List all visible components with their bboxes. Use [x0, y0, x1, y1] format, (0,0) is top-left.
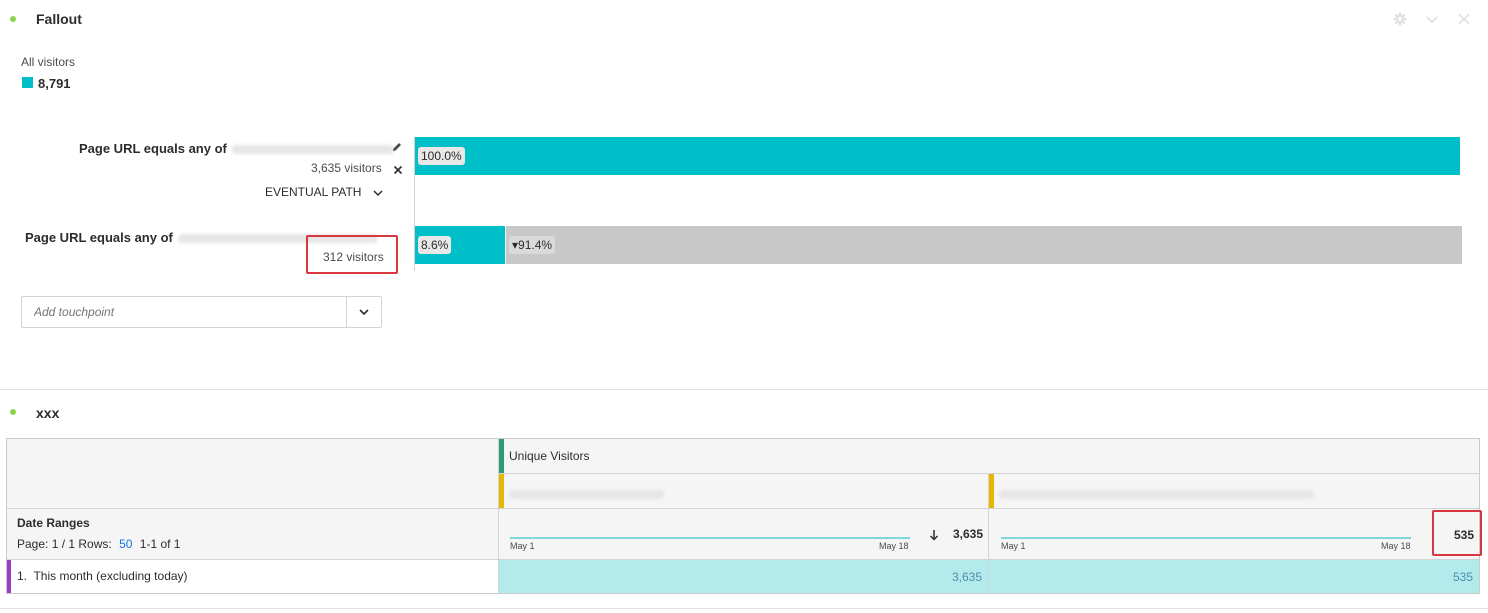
segment-value: 8,791	[38, 76, 71, 91]
add-touchpoint-dropdown-button[interactable]	[346, 297, 381, 327]
segment-drag-handle[interactable]	[499, 474, 504, 508]
path-mode-label: EVENTUAL PATH	[265, 185, 362, 199]
panel-status-dot	[10, 16, 16, 22]
pagination: Page: 1 / 1 Rows: 50 1-1 of 1	[17, 537, 180, 551]
touchpoint-2-label: Page URL equals any of	[25, 230, 173, 245]
column-2-spark-end: May 18	[1381, 541, 1411, 551]
column-1-spark-end: May 18	[879, 541, 909, 551]
segment-swatch	[22, 77, 33, 88]
freeform-table: Unique Visitors Date Ranges Page: 1 / 1 …	[6, 438, 1480, 594]
add-touchpoint-combobox[interactable]	[21, 296, 382, 328]
chevron-down-icon	[359, 309, 369, 316]
panel-divider	[0, 389, 1488, 390]
touchpoint-1-title[interactable]: Page URL equals any of	[79, 141, 395, 156]
segment-drag-handle[interactable]	[989, 474, 994, 508]
row-selection-marker	[7, 560, 11, 593]
metric-drag-handle[interactable]	[499, 439, 504, 473]
column-1-spark-start: May 1	[510, 541, 535, 551]
touchpoint-2-bar[interactable]: 8.6%	[415, 226, 505, 264]
column-1-total: 3,635	[953, 527, 984, 541]
touchpoint-1-label: Page URL equals any of	[79, 141, 227, 156]
row-1-column-1-value[interactable]: 3,635	[499, 560, 988, 593]
touchpoint-1-url-redacted	[232, 145, 395, 155]
chevron-down-icon	[373, 186, 383, 200]
highlight-box-total	[1432, 510, 1482, 556]
chevron-down-icon[interactable]	[1424, 12, 1440, 28]
row-label: 1. This month (excluding today)	[17, 569, 188, 583]
panel-divider	[0, 608, 1488, 609]
touchpoint-2-bar-percent: 8.6%	[418, 236, 452, 254]
segment-label: All visitors	[21, 55, 76, 69]
touchpoint-1-bar-percent: 100.0%	[418, 147, 465, 165]
row-divider	[7, 508, 1479, 509]
touchpoint-1-visitors: 3,635 visitors	[311, 161, 382, 175]
panel-status-dot	[10, 409, 16, 415]
pencil-icon[interactable]	[391, 140, 403, 152]
path-mode-dropdown[interactable]: EVENTUAL PATH	[265, 185, 383, 200]
column-1-sparkline	[510, 537, 910, 539]
panel-title[interactable]: Fallout	[36, 11, 82, 27]
column-2-spark-start: May 1	[1001, 541, 1026, 551]
column-2-segment-redacted	[999, 486, 1314, 504]
rows-per-page-select[interactable]: 50	[119, 537, 132, 551]
table-row[interactable]: 1. This month (excluding today)	[7, 560, 498, 593]
column-1-segment-redacted	[509, 486, 664, 504]
add-touchpoint-input[interactable]	[22, 297, 342, 327]
arrow-down-icon[interactable]	[929, 528, 939, 546]
touchpoint-2-dropoff-percent: ▾91.4%	[509, 236, 556, 254]
row-range: 1-1 of 1	[139, 537, 181, 551]
row-1-column-2-value[interactable]: 535	[989, 560, 1479, 593]
rows-label: Rows:	[78, 537, 112, 551]
highlight-box-visitors	[306, 235, 398, 274]
page-indicator: Page: 1 / 1	[17, 537, 76, 551]
cell-value: 535	[1452, 570, 1473, 584]
gear-icon[interactable]	[1392, 12, 1408, 28]
metric-header[interactable]: Unique Visitors	[509, 449, 589, 463]
panel-title[interactable]: xxx	[36, 405, 59, 421]
cell-value: 3,635	[951, 570, 982, 584]
touchpoint-2-dropoff-bar[interactable]: ▾91.4%	[506, 226, 1462, 264]
close-icon[interactable]	[1456, 12, 1472, 28]
dimension-header[interactable]: Date Ranges	[17, 516, 90, 530]
remove-touchpoint-icon[interactable]	[392, 163, 404, 175]
column-2-sparkline	[1001, 537, 1411, 539]
touchpoint-1-bar[interactable]: 100.0%	[415, 137, 1460, 175]
